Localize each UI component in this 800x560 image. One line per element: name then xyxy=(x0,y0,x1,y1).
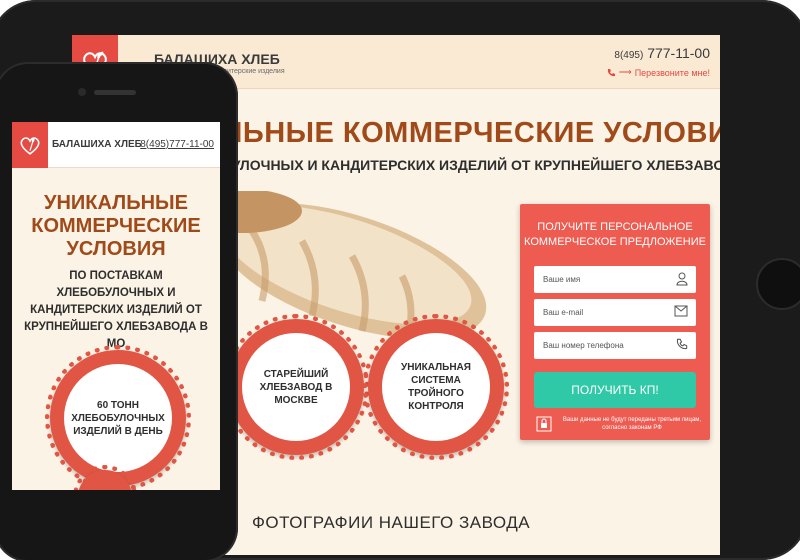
form-title-line: ПОЛУЧИТЕ ПЕРСОНАЛЬНОЕ xyxy=(537,221,693,233)
wheat-heart-logo-icon xyxy=(20,137,40,155)
mobile-logo[interactable] xyxy=(12,122,48,168)
header-phone[interactable]: 8(495) 777-11-00 xyxy=(614,45,710,61)
phone-icon xyxy=(676,338,688,350)
phone-code: 8(495) xyxy=(614,50,644,61)
phone-number: 777-11-00 xyxy=(647,45,710,61)
phone-frame: БАЛАШИХА ХЛЕБ 8(495)777-11-00 УНИКАЛЬНЫЕ… xyxy=(0,62,238,560)
mobile-phone-link[interactable]: 8(495)777-11-00 xyxy=(140,139,214,150)
hero-subtitle: БУЛОЧНЫХ И КАНДИТЕРСКИХ ИЗДЕЛИЙ ОТ КРУПН… xyxy=(222,157,720,173)
feature-badge-text: УНИКАЛЬНАЯ СИСТЕМА ТРОЙНОГО КОНТРОЛЯ xyxy=(382,333,490,441)
lead-form: ПОЛУЧИТЕ ПЕРСОНАЛЬНОЕ КОММЕРЧЕСКОЕ ПРЕДЛ… xyxy=(520,204,710,440)
device-mockup-scene: БАЛАШИХА ХЛЕБ кондитерские изделия 8(495… xyxy=(0,0,800,560)
tablet-home-button xyxy=(756,258,800,310)
form-title: ПОЛУЧИТЕ ПЕРСОНАЛЬНОЕ КОММЕРЧЕСКОЕ ПРЕДЛ… xyxy=(520,220,710,250)
lock-icon xyxy=(536,416,552,432)
phone-screen: БАЛАШИХА ХЛЕБ 8(495)777-11-00 УНИКАЛЬНЫЕ… xyxy=(12,122,220,490)
mobile-header: БАЛАШИХА ХЛЕБ 8(495)777-11-00 xyxy=(12,122,220,168)
mobile-brand-name: БАЛАШИХА ХЛЕБ xyxy=(52,139,142,150)
phone-icon xyxy=(607,68,615,76)
envelope-icon xyxy=(674,305,688,317)
mobile-hero-title: УНИКАЛЬНЫЕ КОММЕРЧЕСКИЕ УСЛОВИЯ xyxy=(31,192,201,260)
user-icon xyxy=(676,272,688,286)
mobile-feature-badge-partial xyxy=(73,465,137,490)
callback-link[interactable]: ⟶ Перезвоните мне! xyxy=(606,67,710,78)
phone-speaker xyxy=(94,90,136,95)
phone-placeholder: Ваш номер телефона xyxy=(543,341,624,350)
phone-camera xyxy=(78,88,86,96)
section-title: ФОТОГРАФИИ НАШЕГО ЗАВОДА xyxy=(252,513,531,532)
callback-arrow: ⟶ xyxy=(618,67,632,77)
email-field[interactable]: Ваш e-mail xyxy=(534,299,696,326)
mobile-feature-badge: 60 ТОНН ХЛЕБОБУЛОЧНЫХ ИЗДЕЛИЙ В ДЕНЬ xyxy=(45,345,191,490)
mobile-hero-subtitle: ПО ПОСТАВКАМ ХЛЕБОБУЛОЧНЫХ И КАНДИТЕРСКИ… xyxy=(24,270,208,350)
submit-button[interactable]: ПОЛУЧИТЬ КП! xyxy=(534,372,696,408)
phone-field[interactable]: Ваш номер телефона xyxy=(534,332,696,359)
name-field[interactable]: Ваше имя xyxy=(534,266,696,293)
mobile-feature-badge-text: 60 ТОНН ХЛЕБОБУЛОЧНЫХ ИЗДЕЛИЙ В ДЕНЬ xyxy=(64,364,172,472)
feature-badge: УНИКАЛЬНАЯ СИСТЕМА ТРОЙНОГО КОНТРОЛЯ xyxy=(363,314,509,460)
feature-badge-text: СТАРЕЙШИЙ ХЛЕБЗАВОД В МОСКВЕ xyxy=(242,333,350,441)
name-placeholder: Ваше имя xyxy=(543,275,581,284)
feature-badge: СТАРЕЙШИЙ ХЛЕБЗАВОД В МОСКВЕ xyxy=(223,314,369,460)
hero-title: ЛЬНЫЕ КОММЕРЧЕСКИЕ УСЛОВИЯ xyxy=(222,117,720,149)
privacy-note: Ваши данные не будут переданы третьим ли… xyxy=(562,417,702,431)
form-title-line: КОММЕРЧЕСКОЕ ПРЕДЛОЖЕНИЕ xyxy=(524,236,706,248)
callback-label: Перезвоните мне! xyxy=(634,67,710,78)
email-placeholder: Ваш e-mail xyxy=(543,308,584,317)
